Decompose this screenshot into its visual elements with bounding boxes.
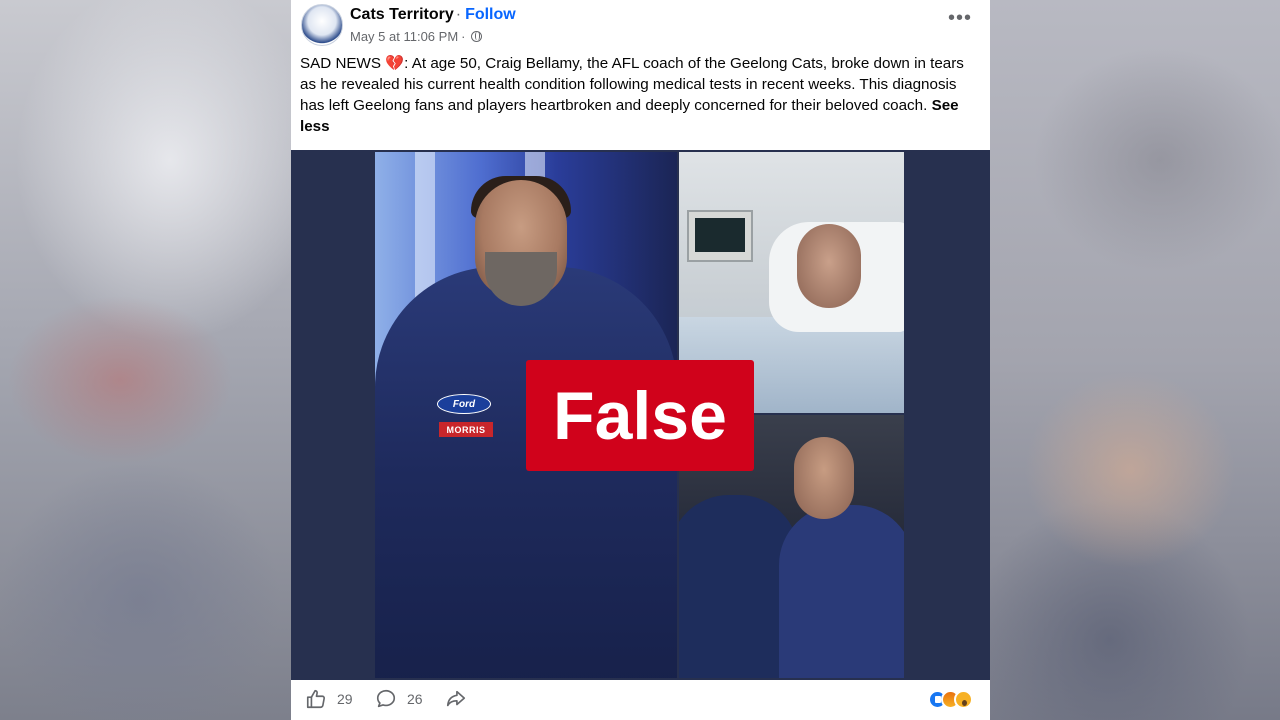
post-timestamp[interactable]: May 5 at 11:06 PM — [350, 29, 458, 44]
false-rating-label: False — [526, 360, 754, 471]
share-button[interactable] — [445, 688, 467, 710]
more-icon[interactable]: ••• — [948, 8, 972, 28]
post-media[interactable]: Ford MORRIS False — [291, 150, 990, 680]
comment-count: 26 — [407, 691, 423, 707]
post-text: SAD NEWS 💔: At age 50, Craig Bellamy, th… — [300, 53, 970, 137]
page-name-line: Cats Territory · Follow — [350, 6, 516, 24]
broken-heart-icon: 💔 — [385, 55, 405, 72]
ford-logo: Ford — [437, 394, 491, 414]
facebook-post-card: Cats Territory · Follow May 5 at 11:06 PM … — [291, 0, 990, 720]
reaction-summary[interactable] — [928, 690, 978, 712]
page-name[interactable]: Cats Territory — [350, 6, 454, 23]
monitor-screen — [695, 218, 745, 252]
post-meta: May 5 at 11:06 PM · — [350, 29, 482, 44]
post-actions: 29 26 — [291, 680, 990, 720]
post-header: Cats Territory · Follow May 5 at 11:06 PM … — [291, 0, 990, 52]
share-icon — [446, 690, 466, 707]
like-button[interactable]: 29 — [305, 688, 353, 710]
coach-head — [794, 437, 854, 519]
globe-icon — [470, 31, 482, 42]
blurred-background-right — [990, 0, 1280, 720]
like-count: 29 — [337, 691, 353, 707]
page-avatar[interactable] — [301, 4, 343, 46]
meta-separator: · — [461, 29, 466, 44]
follow-button[interactable]: Follow — [465, 6, 516, 23]
comment-button[interactable]: 26 — [375, 688, 423, 710]
separator: · — [455, 6, 462, 23]
medical-monitor — [687, 210, 753, 262]
reaction-wow-icon — [954, 690, 973, 709]
blurred-background-left — [0, 0, 291, 720]
sponsor-logo: MORRIS — [439, 422, 493, 437]
comment-icon — [376, 689, 396, 708]
jacket — [375, 267, 677, 678]
coach — [779, 505, 904, 678]
patient-face — [797, 224, 861, 308]
post-text-prefix: SAD NEWS — [300, 55, 382, 72]
like-icon — [306, 689, 326, 709]
